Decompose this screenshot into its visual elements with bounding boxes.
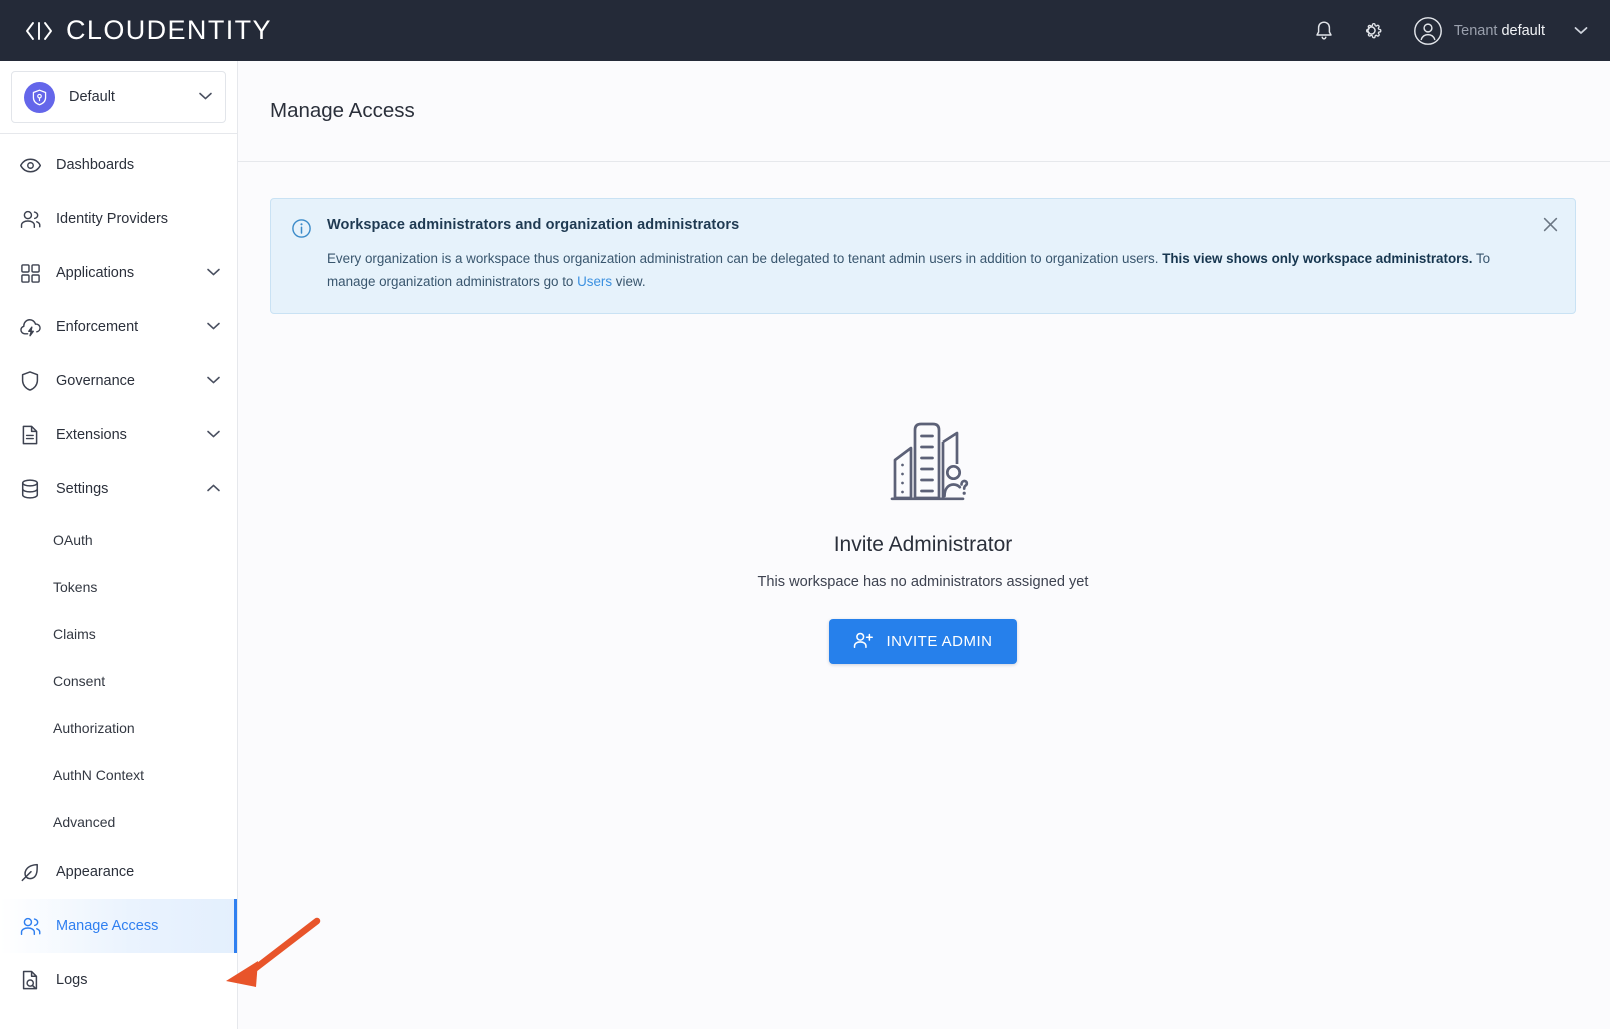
users-link[interactable]: Users bbox=[577, 274, 612, 289]
chevron-down-icon[interactable] bbox=[206, 426, 221, 444]
database-icon bbox=[17, 478, 43, 500]
sidebar-item-governance[interactable]: Governance bbox=[0, 354, 237, 408]
sidebar-item-label: Governance bbox=[56, 373, 135, 389]
caret-down-icon[interactable] bbox=[1574, 22, 1588, 40]
brand-logo[interactable]: CLOUDENTITY bbox=[24, 17, 272, 44]
code-brackets-icon bbox=[24, 18, 54, 44]
info-banner-body: Workspace administrators and organizatio… bbox=[327, 217, 1555, 293]
sidebar-item-enforcement[interactable]: Enforcement bbox=[0, 300, 237, 354]
sidebar-item-label: Applications bbox=[56, 265, 135, 281]
sidebar-item-label: Manage Access bbox=[56, 918, 159, 934]
shield-key-icon bbox=[24, 81, 55, 113]
empty-state-title: Invite Administrator bbox=[833, 533, 1013, 556]
invite-admin-button-label: INVITE ADMIN bbox=[886, 633, 993, 650]
sidebar-item-label: Settings bbox=[56, 481, 109, 497]
users-icon bbox=[17, 916, 43, 937]
sidebar-item-manage-access[interactable]: Manage Access bbox=[0, 899, 237, 953]
sidebar-subitem-tokens[interactable]: Tokens bbox=[0, 563, 237, 610]
sidebar-subitem-authorization[interactable]: Authorization bbox=[0, 704, 237, 751]
sidebar-item-appearance[interactable]: Appearance bbox=[0, 845, 237, 899]
empty-state: Invite Administrator This workspace has … bbox=[270, 414, 1576, 664]
main-content: Manage Access Workspace administrators a… bbox=[238, 61, 1610, 1029]
sidebar-subitem-label: Consent bbox=[53, 672, 106, 689]
chevron-down-icon[interactable] bbox=[198, 88, 213, 106]
page-title: Manage Access bbox=[270, 99, 415, 122]
main-scroll-area: Workspace administrators and organizatio… bbox=[238, 162, 1610, 1029]
office-buildings-person-question-icon bbox=[875, 414, 971, 506]
log-search-icon bbox=[17, 969, 43, 991]
cloud-bolt-icon bbox=[17, 317, 43, 338]
person-add-icon bbox=[853, 631, 874, 653]
tenant-prefix: Tenant bbox=[1453, 22, 1498, 39]
body-container: Default Dashboards Identity Providers Ap… bbox=[0, 61, 1610, 1029]
settings-subnav: OAuth Tokens Claims Consent Authorizatio… bbox=[0, 516, 237, 845]
tenant-selector[interactable]: Tenant default bbox=[1413, 16, 1588, 46]
sidebar-item-label: Logs bbox=[56, 972, 88, 988]
gear-icon[interactable] bbox=[1359, 18, 1385, 44]
sidebar-item-label: Appearance bbox=[56, 864, 135, 880]
eye-icon bbox=[17, 157, 43, 174]
sidebar-item-dashboards[interactable]: Dashboards bbox=[0, 138, 237, 192]
workspace-selector[interactable]: Default bbox=[11, 71, 226, 123]
sidebar-subitem-oauth[interactable]: OAuth bbox=[0, 516, 237, 563]
sidebar-subitem-label: OAuth bbox=[53, 531, 93, 548]
sidebar-item-label: Identity Providers bbox=[56, 211, 169, 227]
sidebar-subitem-label: Advanced bbox=[53, 813, 116, 830]
top-bar-actions: Tenant default bbox=[1311, 16, 1588, 46]
document-icon bbox=[17, 424, 43, 446]
app-root: CLOUDENTITY Tenant default Default Dashb… bbox=[0, 0, 1610, 1029]
sidebar-item-extensions[interactable]: Extensions bbox=[0, 408, 237, 462]
sidebar-nav: Dashboards Identity Providers Applicatio… bbox=[0, 134, 237, 1007]
empty-state-subtitle: This workspace has no administrators ass… bbox=[757, 574, 1089, 590]
sidebar-subitem-label: AuthN Context bbox=[53, 766, 145, 783]
sidebar-subitem-claims[interactable]: Claims bbox=[0, 610, 237, 657]
sidebar-subitem-authn-context[interactable]: AuthN Context bbox=[0, 751, 237, 798]
info-banner-title: Workspace administrators and organizatio… bbox=[327, 217, 740, 233]
tenant-name: default bbox=[1501, 22, 1545, 39]
top-bar: CLOUDENTITY Tenant default bbox=[0, 0, 1610, 61]
info-banner-text: Every organization is a workspace thus o… bbox=[327, 247, 1519, 293]
chevron-up-icon[interactable] bbox=[206, 480, 221, 498]
info-banner-text-part1: Every organization is a workspace thus o… bbox=[327, 251, 1163, 266]
workspace-name: Default bbox=[69, 89, 115, 105]
close-icon[interactable] bbox=[1539, 213, 1561, 235]
page-header: Manage Access bbox=[238, 61, 1610, 162]
grid-icon bbox=[17, 263, 43, 284]
invite-admin-button[interactable]: INVITE ADMIN bbox=[829, 619, 1017, 664]
info-banner: Workspace administrators and organizatio… bbox=[270, 198, 1576, 314]
sidebar-subitem-advanced[interactable]: Advanced bbox=[0, 798, 237, 845]
sidebar-subitem-label: Claims bbox=[53, 625, 96, 642]
sidebar-item-applications[interactable]: Applications bbox=[0, 246, 237, 300]
info-banner-text-bold: This view shows only workspace administr… bbox=[1162, 251, 1473, 266]
sidebar-item-settings[interactable]: Settings bbox=[0, 462, 237, 516]
bell-icon[interactable] bbox=[1311, 18, 1337, 44]
sidebar-item-label: Enforcement bbox=[56, 319, 139, 335]
info-banner-text-part3: view. bbox=[612, 274, 646, 289]
user-avatar-icon bbox=[1413, 16, 1443, 46]
sidebar-item-identity-providers[interactable]: Identity Providers bbox=[0, 192, 237, 246]
brand-name: CLOUDENTITY bbox=[66, 15, 272, 45]
sidebar-subitem-consent[interactable]: Consent bbox=[0, 657, 237, 704]
tenant-label: Tenant default bbox=[1454, 23, 1545, 39]
sidebar: Default Dashboards Identity Providers Ap… bbox=[0, 61, 238, 1029]
sidebar-item-label: Extensions bbox=[56, 427, 127, 443]
sidebar-subitem-label: Tokens bbox=[53, 578, 98, 595]
sidebar-item-logs[interactable]: Logs bbox=[0, 953, 237, 1007]
info-circle-icon bbox=[291, 217, 313, 293]
sidebar-item-label: Dashboards bbox=[56, 157, 135, 173]
sidebar-subitem-label: Authorization bbox=[53, 719, 135, 736]
feather-icon bbox=[17, 861, 43, 883]
users-icon bbox=[17, 209, 43, 230]
chevron-down-icon[interactable] bbox=[206, 372, 221, 390]
chevron-down-icon[interactable] bbox=[206, 264, 221, 282]
shield-icon bbox=[17, 370, 43, 392]
chevron-down-icon[interactable] bbox=[206, 318, 221, 336]
